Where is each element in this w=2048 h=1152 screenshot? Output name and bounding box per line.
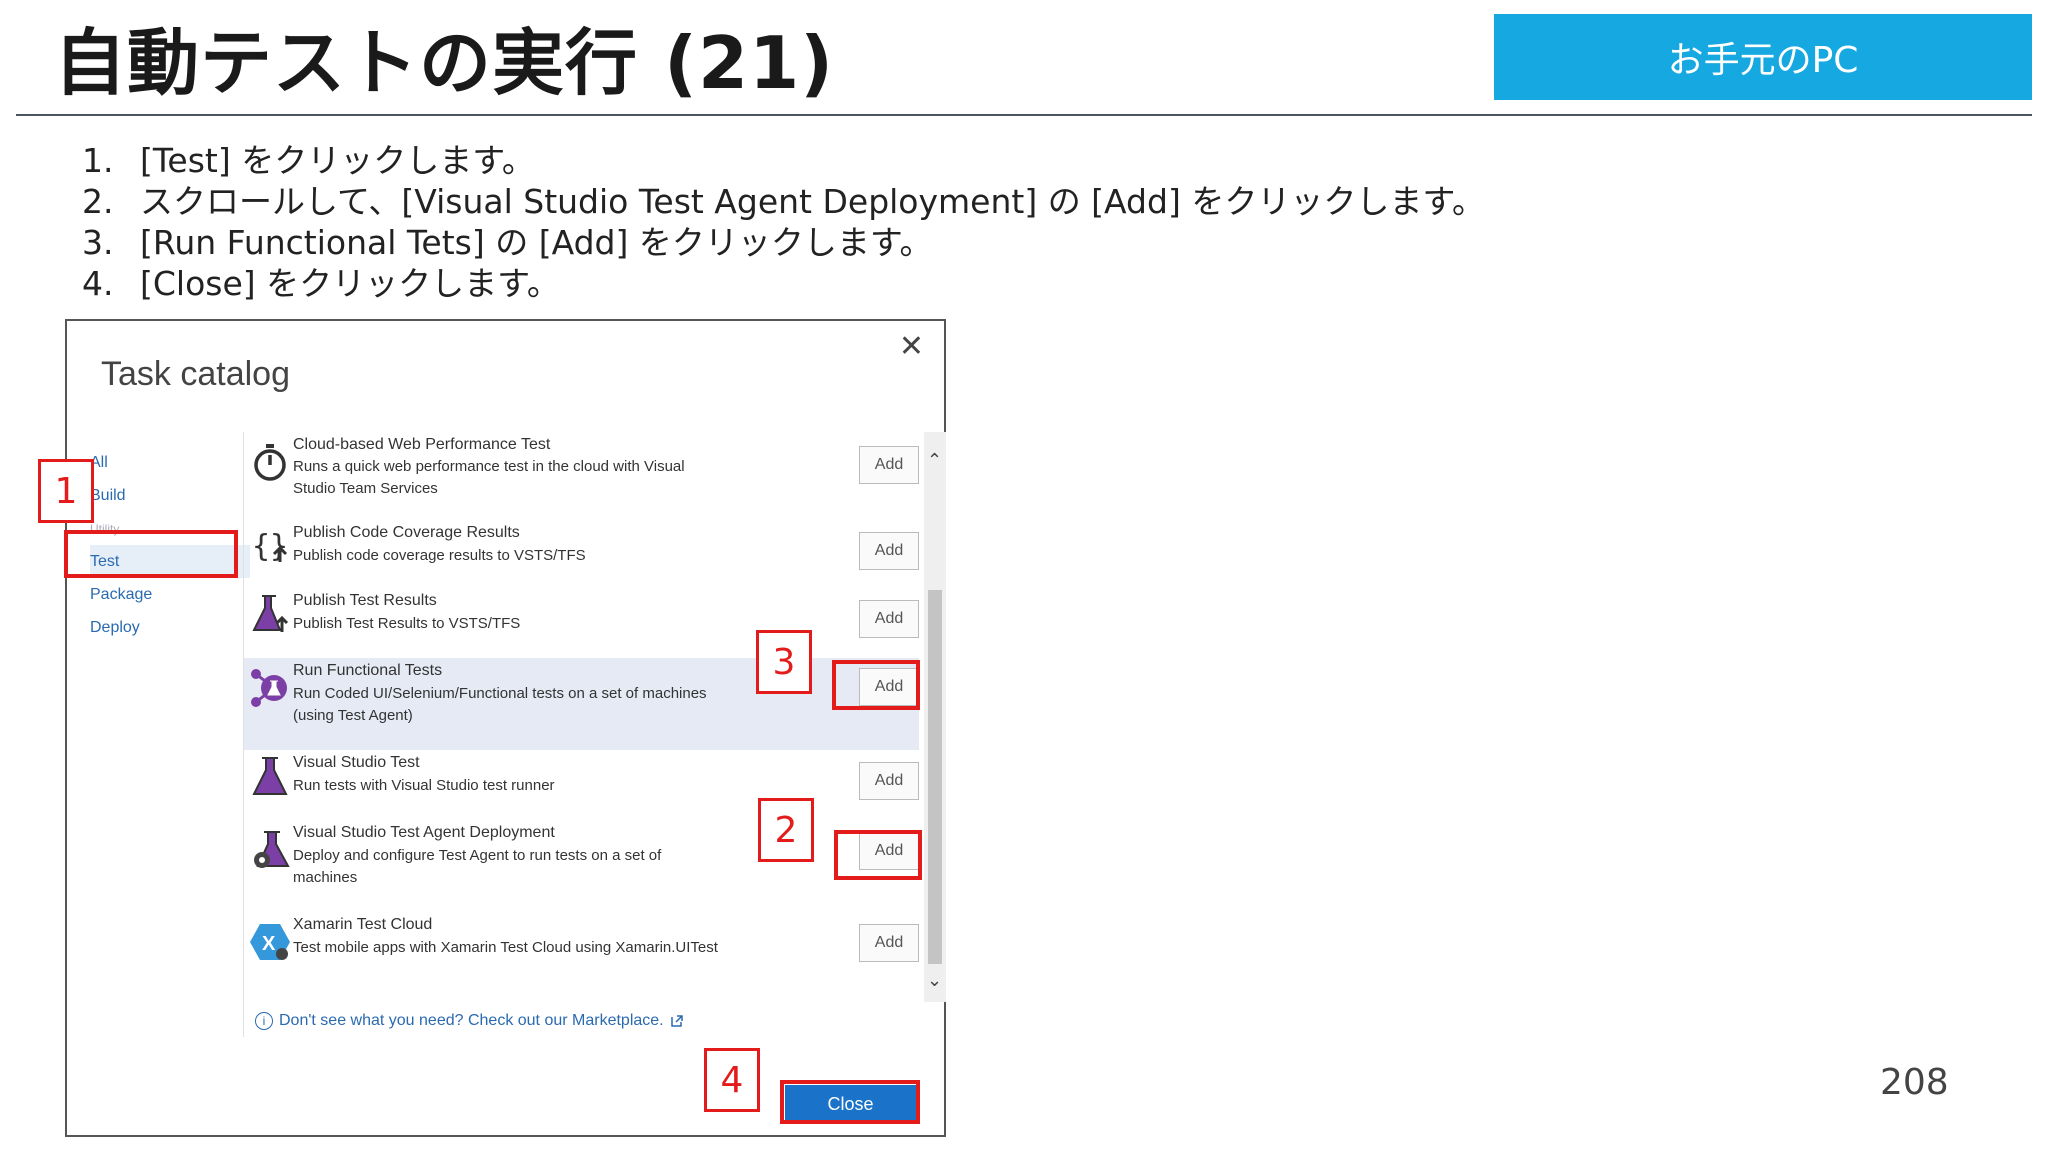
category-build[interactable]: Build [90,479,250,512]
step-item: 2. スクロールして、[Visual Studio Test Agent Depl… [82,181,1485,222]
step-number: 2. [82,182,114,221]
callout-number: 1 [38,459,94,523]
close-icon[interactable]: ✕ [899,329,924,364]
step-item: 1. [Test] をクリックします。 [82,140,1485,181]
svg-text:X: X [262,933,276,955]
xamarin-icon: X [250,924,290,960]
flask-gear-icon [254,831,290,868]
task-description: Runs a quick web performance test in the… [293,458,685,497]
external-link-icon [670,1015,683,1027]
environment-badge: お手元のPC [1494,14,2032,100]
category-deploy[interactable]: Deploy [90,611,250,644]
add-button[interactable]: Add [859,924,919,962]
step-text: [Test] をクリックします。 [140,141,535,180]
task-title: Visual Studio Test Agent Deployment [293,824,555,841]
category-all[interactable]: All [90,446,250,479]
scroll-down-icon[interactable]: ⌄ [927,970,942,991]
add-button[interactable]: Add [859,762,919,800]
step-item: 4. [Close] をクリックします。 [82,263,1485,304]
slide-title: 自動テストの実行 (21) [54,21,835,105]
step-text: [Close] をクリックします。 [140,264,560,303]
flask-upload-icon [252,595,289,632]
task-list: Cloud-based Web Performance Test Runs a … [243,432,919,1037]
task-row[interactable]: Visual Studio Test Run tests with Visual… [244,750,919,820]
step-number: 1. [82,141,114,180]
task-catalog-dialog: Task catalog ✕ All Build Utility Test Pa… [65,319,946,1137]
task-row[interactable]: Visual Studio Test Agent Deployment Depl… [244,820,919,912]
task-description: Deploy and configure Test Agent to run t… [293,847,662,886]
step-number: 3. [82,223,114,262]
task-title: Publish Code Coverage Results [293,524,520,541]
functional-test-icon [251,669,287,707]
dialog-title: Task catalog [101,355,290,393]
page-number: 208 [1880,1062,1949,1103]
stopwatch-icon [254,444,286,481]
task-list-scrollbar[interactable]: ⌃ ⌄ [924,432,946,1002]
step-item: 3. [Run Functional Tets] の [Add] をクリックします… [82,222,1485,263]
task-title: Publish Test Results [293,592,437,609]
task-row[interactable]: Publish Test Results Publish Test Result… [244,588,919,658]
task-description: Run tests with Visual Studio test runner [293,777,555,794]
task-title: Run Functional Tests [293,662,443,679]
task-row[interactable]: {} Publish Code Coverage Results Publish… [244,518,919,588]
instruction-steps: 1. [Test] をクリックします。 2. スクロールして、[Visual Stu… [82,140,1485,304]
task-description: Test mobile apps with Xamarin Test Cloud… [293,939,718,956]
task-description: Publish Test Results to VSTS/TFS [293,615,521,632]
svg-text:{}: {} [252,529,288,564]
highlight-add-agent-deployment [834,830,922,880]
callout-number: 3 [756,630,812,694]
code-coverage-icon: {} [252,529,288,564]
add-button[interactable]: Add [859,600,919,638]
add-button[interactable]: Add [859,532,919,570]
callout-number: 4 [704,1048,760,1112]
task-title: Cloud-based Web Performance Test [293,436,551,453]
category-package[interactable]: Package [90,578,250,611]
scroll-up-icon[interactable]: ⌃ [927,450,942,471]
title-divider [16,114,2032,116]
task-row[interactable]: Cloud-based Web Performance Test Runs a … [244,432,919,518]
task-row-selected[interactable]: Run Functional Tests Run Coded UI/Seleni… [244,658,919,750]
info-icon: i [255,1012,273,1030]
highlight-test-category [64,530,238,578]
marketplace-text: Don't see what you need? Check out our M… [279,1012,664,1029]
callout-number: 2 [758,798,814,862]
scroll-thumb[interactable] [928,590,942,964]
task-row[interactable]: X Xamarin Test Cloud Test mobile apps wi… [244,912,919,1002]
step-text: [Run Functional Tets] の [Add] をクリックします。 [140,223,933,262]
highlight-close-button [780,1080,920,1124]
task-title: Xamarin Test Cloud [293,916,433,933]
highlight-add-run-functional [832,660,920,710]
task-description: Publish code coverage results to VSTS/TF… [293,547,586,564]
step-text: スクロールして、[Visual Studio Test Agent Deploy… [140,182,1486,221]
add-button[interactable]: Add [859,446,919,484]
task-description: Run Coded UI/Selenium/Functional tests o… [293,685,707,724]
marketplace-link[interactable]: i Don't see what you need? Check out our… [255,1012,684,1030]
step-number: 4. [82,264,114,303]
task-title: Visual Studio Test [293,754,420,771]
flask-icon [252,757,288,795]
